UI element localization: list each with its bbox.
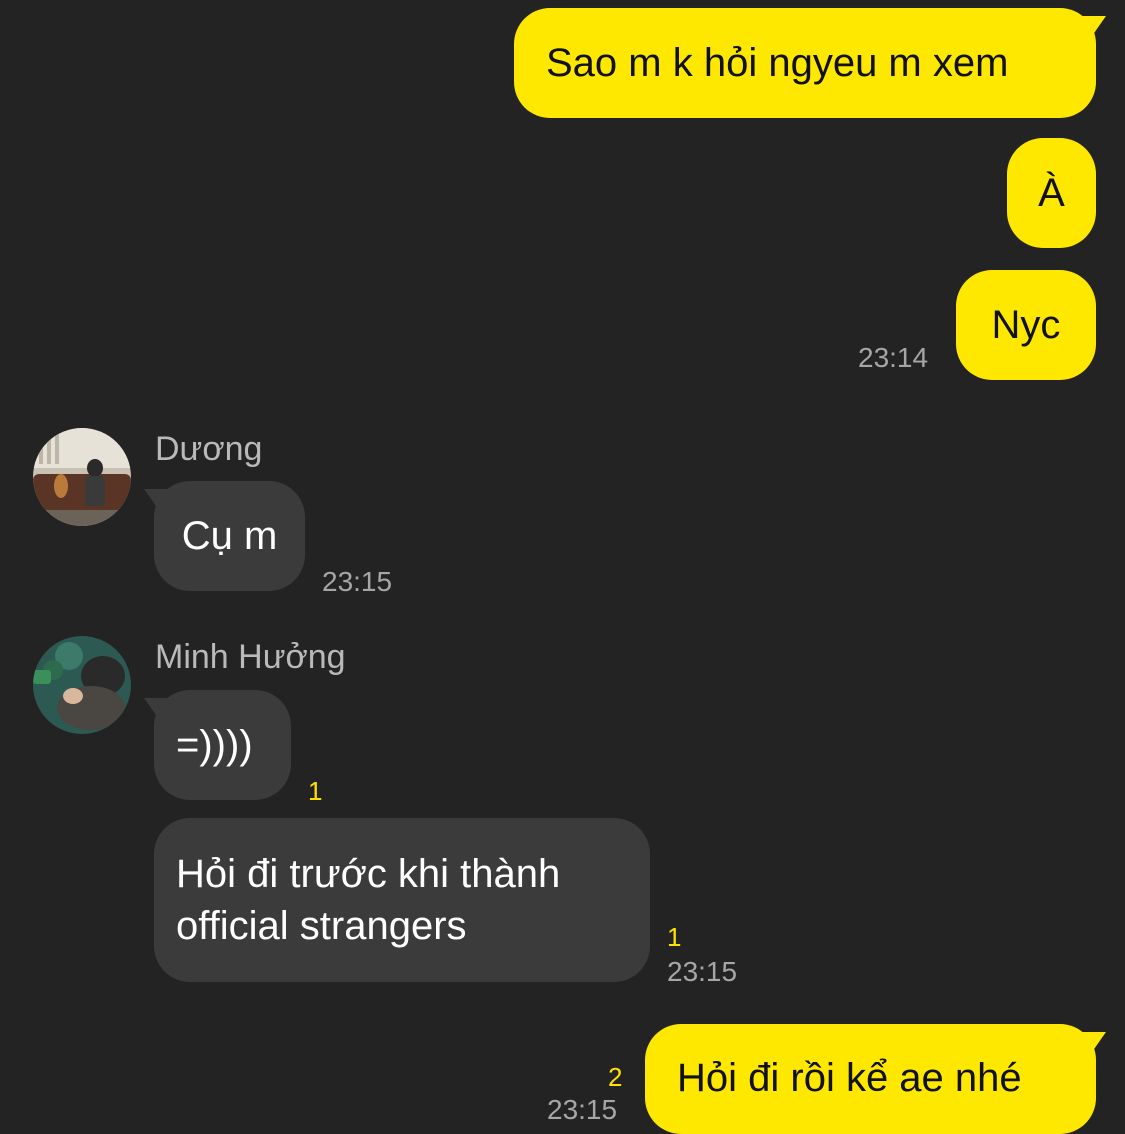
avatar-minh-huong[interactable]: [33, 636, 131, 734]
message-timestamp: 23:15: [547, 1094, 618, 1125]
outgoing-message-bubble[interactable]: Nyc: [956, 270, 1096, 380]
avatar-photo-icon: [33, 428, 131, 526]
avatar-photo-icon: [33, 636, 131, 734]
message-text: Hỏi đi rồi kể ae nhé: [677, 1056, 1022, 1100]
message-text: Sao m k hỏi ngyeu m xem: [546, 41, 1009, 85]
message-text: Nyc: [991, 303, 1061, 347]
incoming-message-bubble[interactable]: Hỏi đi trước khi thành official stranger…: [154, 818, 650, 982]
outgoing-message-bubble[interactable]: À: [1007, 138, 1096, 248]
outgoing-message-bubble[interactable]: Hỏi đi rồi kể ae nhé: [645, 1024, 1096, 1134]
message-text: =)))): [176, 723, 253, 767]
message-text-line-2: official strangers: [176, 904, 467, 948]
message-text: À: [1038, 171, 1065, 215]
unread-count: 2: [608, 1062, 623, 1092]
sender-name: Minh Hưởng: [155, 638, 346, 676]
message-text-line-1: Hỏi đi trước khi thành: [176, 852, 561, 896]
sender-name: Dương: [155, 430, 263, 468]
incoming-message-bubble[interactable]: Cụ m: [154, 481, 305, 591]
avatar-duong[interactable]: [33, 428, 131, 526]
unread-count: 1: [667, 922, 682, 952]
message-timestamp: 23:15: [667, 956, 738, 987]
outgoing-message-bubble[interactable]: Sao m k hỏi ngyeu m xem: [514, 8, 1096, 118]
unread-count: 1: [308, 776, 323, 806]
message-timestamp: 23:14: [858, 342, 929, 373]
incoming-message-bubble[interactable]: =)))): [154, 690, 291, 800]
message-text: Cụ m: [181, 514, 278, 558]
message-timestamp: 23:15: [322, 566, 393, 597]
